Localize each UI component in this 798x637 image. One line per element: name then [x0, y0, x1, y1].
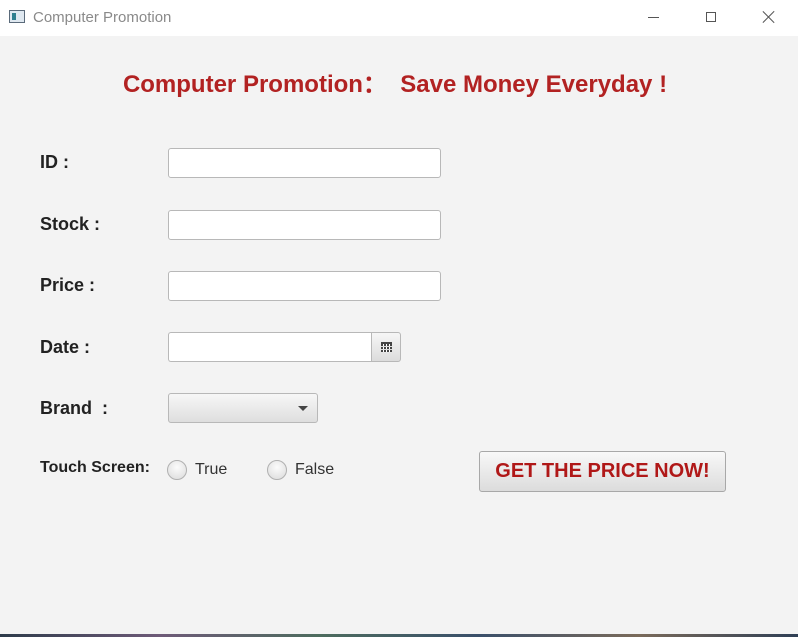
- calendar-icon: [380, 342, 392, 352]
- minimize-button[interactable]: [630, 0, 676, 34]
- id-label: ID :: [40, 152, 69, 172]
- date-label: Date :: [40, 337, 91, 357]
- window-title: Computer Promotion: [33, 9, 172, 26]
- maximize-icon: [706, 12, 716, 22]
- touch-true-radio[interactable]: True: [167, 459, 227, 481]
- maximize-button[interactable]: [688, 0, 734, 34]
- close-button[interactable]: [746, 0, 792, 34]
- chevron-down-icon: [298, 406, 308, 411]
- app-window-icon: [9, 10, 25, 23]
- touch-true-label: True: [195, 461, 228, 478]
- date-input[interactable]: [168, 332, 372, 362]
- stock-input[interactable]: [168, 210, 441, 240]
- radio-circle[interactable]: [167, 460, 187, 480]
- brand-dropdown[interactable]: [168, 393, 318, 423]
- title-bar: Computer Promotion: [0, 0, 798, 36]
- app-window: Computer Promotion Computer Promotion： S…: [0, 0, 798, 637]
- brand-label: Brand :: [40, 398, 109, 418]
- close-icon: [762, 10, 776, 24]
- id-input[interactable]: [168, 148, 441, 178]
- price-input[interactable]: [168, 271, 441, 301]
- get-price-button[interactable]: GET THE PRICE NOW!: [479, 451, 726, 492]
- price-label: Price :: [40, 275, 96, 295]
- stock-label: Stock :: [40, 214, 101, 234]
- minimize-icon: [647, 16, 659, 18]
- radio-circle[interactable]: [267, 460, 287, 480]
- touch-screen-label: Touch Screen:: [40, 459, 150, 476]
- page-headline: Computer Promotion： Save Money Everyday …: [122, 71, 668, 98]
- touch-false-label: False: [295, 461, 335, 478]
- touch-false-radio[interactable]: False: [267, 459, 334, 481]
- date-picker-button[interactable]: [371, 332, 401, 362]
